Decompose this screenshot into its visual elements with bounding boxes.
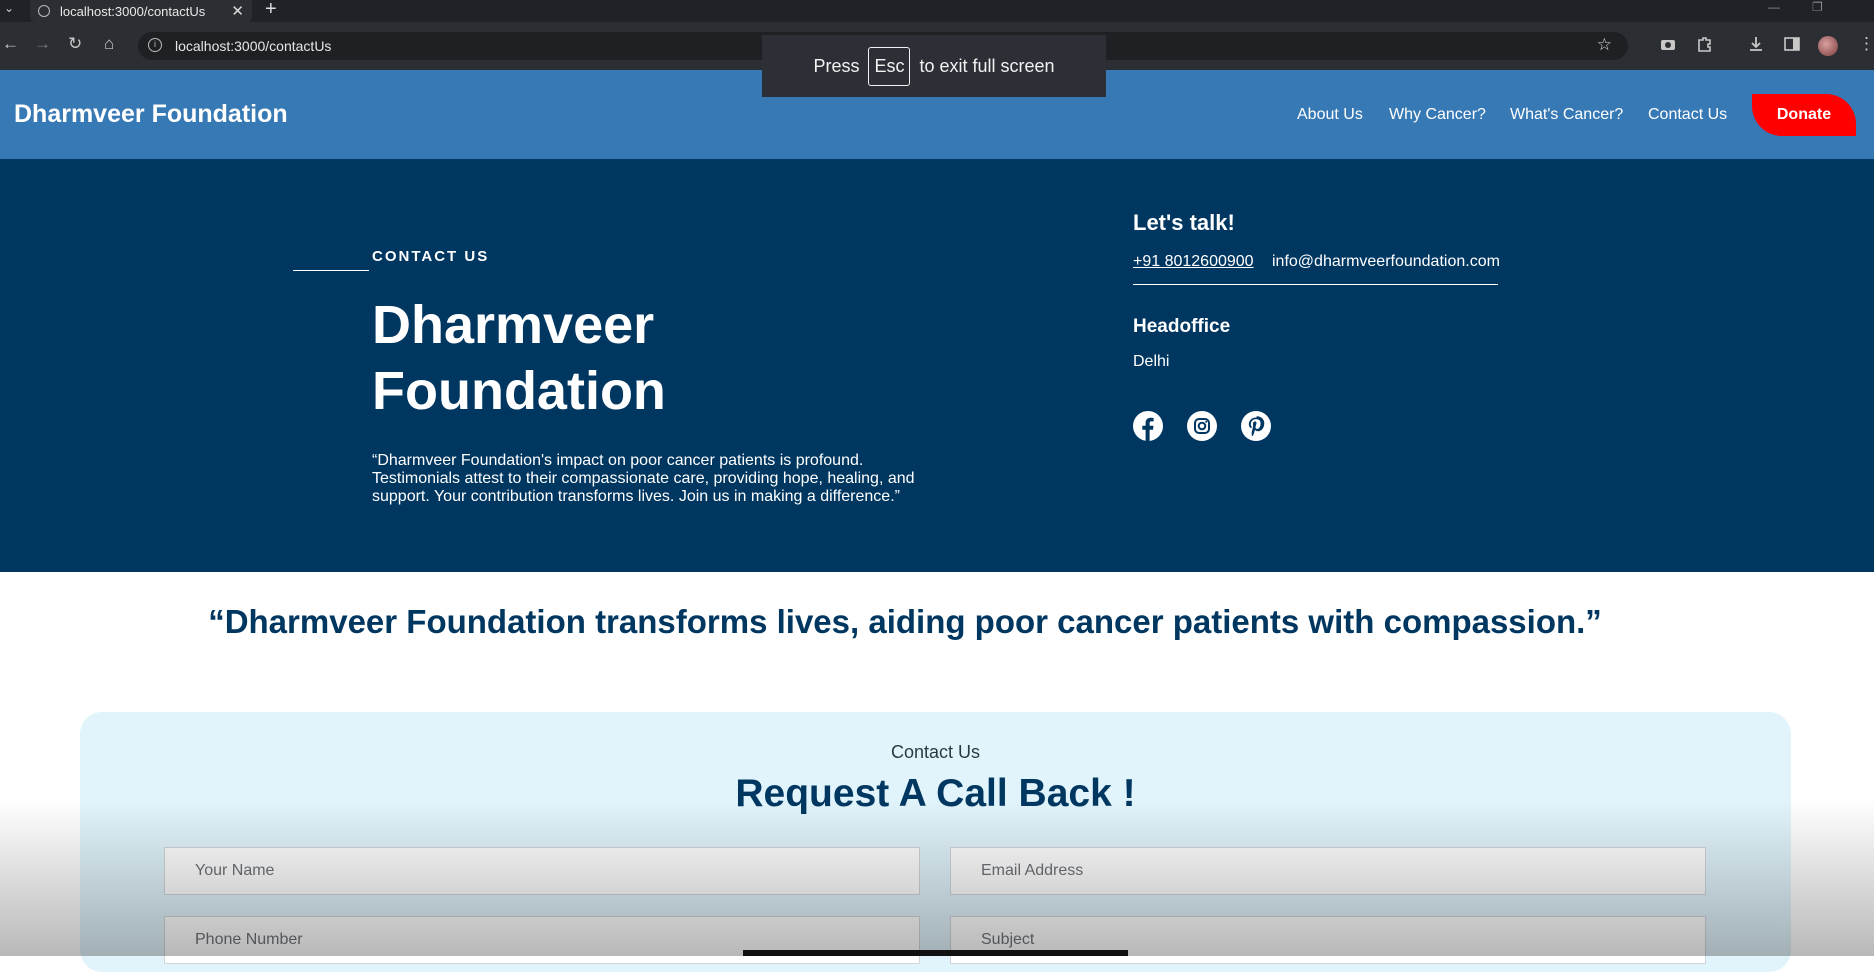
form-title: Request A Call Back ! <box>735 772 1136 815</box>
tab-search-chevron-icon[interactable]: ⌄ <box>4 1 14 15</box>
banner-quote: “Dharmveer Foundation transforms lives, … <box>208 603 1602 640</box>
hero-title-line2: Foundation <box>372 361 666 421</box>
hero-title: Dharmveer Foundation <box>372 292 666 424</box>
download-icon[interactable] <box>1747 35 1765 53</box>
browser-tab-bar: ⌄ localhost:3000/contactUs ✕ + — ❐ <box>0 0 1874 22</box>
extensions-icon[interactable] <box>1696 35 1714 53</box>
restore-icon[interactable]: ❐ <box>1812 0 1823 14</box>
fullscreen-text-post: to exit full screen <box>919 55 1055 76</box>
hero-kicker: CONTACT US <box>372 248 490 265</box>
reload-icon[interactable]: ↻ <box>68 34 82 54</box>
bookmark-star-icon[interactable]: ☆ <box>1597 35 1612 55</box>
screen-recorder-bar <box>743 950 1128 956</box>
fullscreen-text-pre: Press <box>813 55 860 76</box>
callback-form-card: Contact Us Request A Call Back ! Your Na… <box>80 712 1791 972</box>
esc-key: Esc <box>868 46 911 86</box>
kicker-divider <box>293 270 369 271</box>
email-field[interactable]: Email Address <box>950 847 1706 895</box>
nav-about-us[interactable]: About Us <box>1297 106 1363 124</box>
pinterest-icon[interactable] <box>1241 411 1271 441</box>
subject-field[interactable]: Subject <box>950 916 1706 964</box>
home-icon[interactable]: ⌂ <box>104 34 114 54</box>
minimize-icon[interactable]: — <box>1768 0 1780 14</box>
browser-tab[interactable]: localhost:3000/contactUs ✕ <box>30 0 252 22</box>
headoffice-heading: Headoffice <box>1133 316 1231 337</box>
site-info-icon[interactable]: i <box>148 38 162 52</box>
url-text[interactable]: localhost:3000/contactUs <box>175 38 331 54</box>
screenshot-camera-icon[interactable] <box>1659 35 1677 53</box>
donate-button[interactable]: Donate <box>1752 94 1856 136</box>
email-link[interactable]: info@dharmveerfoundation.com <box>1272 253 1500 271</box>
nav-contact-us[interactable]: Contact Us <box>1648 106 1727 124</box>
nav-why-cancer[interactable]: Why Cancer? <box>1389 106 1486 124</box>
globe-icon <box>38 5 50 17</box>
talk-heading: Let's talk! <box>1133 210 1235 235</box>
side-panel-icon[interactable] <box>1783 35 1801 53</box>
tab-close-icon[interactable]: ✕ <box>231 2 244 20</box>
fullscreen-notice: Press Esc to exit full screen <box>762 35 1106 97</box>
tab-title: localhost:3000/contactUs <box>60 3 206 19</box>
nav-whats-cancer[interactable]: What's Cancer? <box>1510 106 1623 124</box>
instagram-icon[interactable] <box>1187 411 1217 441</box>
profile-avatar[interactable] <box>1818 36 1838 56</box>
back-icon[interactable]: ← <box>2 34 19 54</box>
phone-field[interactable]: Phone Number <box>164 916 920 964</box>
hero-quote: “Dharmveer Foundation's impact on poor c… <box>372 452 915 505</box>
menu-icon[interactable]: ⋮ <box>1858 34 1874 54</box>
phone-link[interactable]: +91 8012600900 <box>1133 253 1254 271</box>
hero-title-line1: Dharmveer <box>372 295 655 355</box>
contact-divider <box>1133 284 1498 285</box>
name-field[interactable]: Your Name <box>164 847 920 895</box>
headoffice-city: Delhi <box>1133 353 1170 370</box>
form-subtitle: Contact Us <box>890 742 981 762</box>
facebook-icon[interactable] <box>1133 411 1163 441</box>
forward-icon[interactable]: → <box>34 34 51 54</box>
brand-logo-text[interactable]: Dharmveer Foundation <box>14 100 288 129</box>
new-tab-button[interactable]: + <box>265 0 277 21</box>
contact-hero: CONTACT US Dharmveer Foundation “Dharmve… <box>0 159 1874 572</box>
